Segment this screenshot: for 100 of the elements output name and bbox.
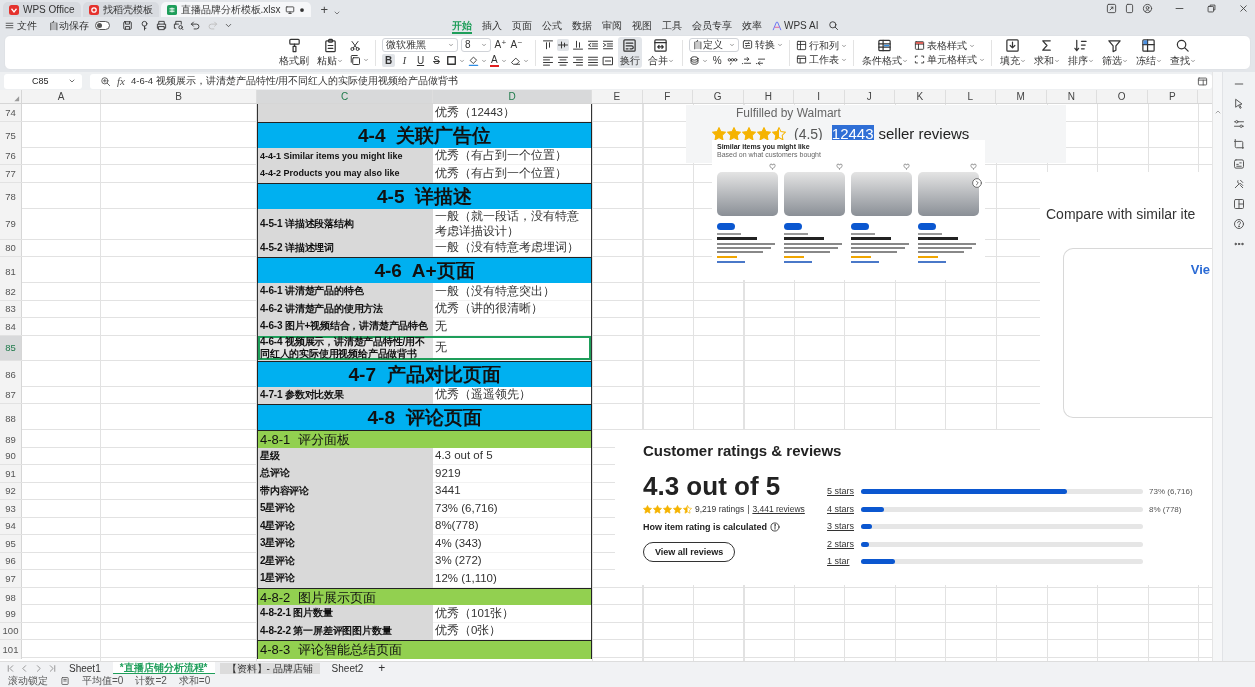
row-number[interactable]: 77: [0, 165, 22, 182]
outdent-icon[interactable]: [586, 38, 599, 51]
print-icon[interactable]: [156, 20, 167, 31]
sliders-icon[interactable]: [1233, 118, 1245, 130]
ribbon-tab[interactable]: 页面: [512, 17, 532, 34]
pointer-icon[interactable]: [1233, 98, 1245, 110]
caret-icon[interactable]: [333, 9, 342, 17]
status-text[interactable]: 滚动锁定: [8, 673, 48, 687]
clear-format-button[interactable]: [509, 55, 529, 66]
cell-style-button[interactable]: 单元格样式: [913, 53, 985, 66]
toolbar-button[interactable]: 求和: [1031, 37, 1062, 68]
column-header[interactable]: C: [257, 90, 433, 103]
row-number[interactable]: 81: [0, 257, 22, 285]
scissors-icon[interactable]: [349, 39, 361, 52]
caret-icon[interactable]: [224, 21, 233, 30]
star-filter-link[interactable]: 2 stars: [827, 538, 855, 550]
worksheet-button[interactable]: 工作表: [795, 53, 847, 66]
sheet-tab[interactable]: *直播店铺分析流程*: [112, 662, 215, 674]
user-circle-icon[interactable]: [1142, 3, 1153, 14]
wrap-text-button[interactable]: 换行: [617, 37, 642, 68]
sheet-tab[interactable]: Sheet2: [324, 662, 371, 674]
border-button[interactable]: [446, 55, 465, 66]
ribbon-tab[interactable]: 效率: [742, 17, 762, 34]
select-all-icon[interactable]: [13, 95, 20, 102]
row-number[interactable]: 97: [0, 570, 22, 587]
font-name-field[interactable]: 微软雅黑: [382, 37, 458, 52]
ribbon-tab[interactable]: 工具: [662, 17, 682, 34]
cell-reference-field[interactable]: C85: [4, 73, 82, 89]
document-tab[interactable]: 找稻壳模板: [82, 2, 159, 17]
text-style-button[interactable]: B: [382, 54, 395, 67]
rows-columns-button[interactable]: 行和列: [795, 39, 847, 52]
merge-button[interactable]: 合并: [645, 37, 676, 68]
toolbar-button[interactable]: 冻结: [1133, 37, 1164, 68]
function-button[interactable]: fx: [117, 75, 125, 87]
text-style-button[interactable]: S: [430, 54, 443, 67]
ribbon-tab[interactable]: WPS AI: [772, 17, 819, 34]
undo-icon[interactable]: [190, 20, 201, 31]
justify-icon[interactable]: [586, 54, 599, 67]
toolbar-button[interactable]: 查找: [1167, 37, 1198, 68]
search-icon[interactable]: [828, 20, 840, 31]
align-center-icon[interactable]: [556, 54, 569, 67]
top-align-icon[interactable]: [541, 38, 554, 51]
thousands-separator-icon[interactable]: [726, 55, 738, 66]
distributed-align-icon[interactable]: [601, 54, 614, 67]
copy-button[interactable]: [349, 53, 369, 66]
row-number[interactable]: 85: [0, 335, 22, 360]
sheet-tab[interactable]: 【资料】- 品牌店铺: [219, 662, 320, 674]
panel-icon[interactable]: [1197, 75, 1208, 87]
align-right-icon[interactable]: [571, 54, 584, 67]
row-number[interactable]: 95: [0, 535, 22, 552]
print-preview-icon[interactable]: [173, 20, 184, 31]
bottom-align-icon[interactable]: [571, 38, 584, 51]
row-number[interactable]: 99: [0, 605, 22, 622]
frame-icon[interactable]: [1233, 138, 1245, 150]
percent-button[interactable]: %: [710, 54, 724, 67]
document-tab[interactable]: 直播品牌分析模板.xlsx: [160, 2, 311, 17]
row-number[interactable]: 78: [0, 182, 22, 211]
formula-input-field[interactable]: fx 4-6-4 视频展示，讲清楚产品特性/用不同红人的实际使用视频给产品做背书: [90, 73, 1212, 89]
text-style-button[interactable]: U: [414, 54, 427, 67]
decimal-decrease-icon[interactable]: [754, 55, 766, 66]
font-size-step-button[interactable]: A⁺: [494, 38, 507, 51]
row-number[interactable]: 74: [0, 104, 22, 121]
toolbar-button[interactable]: 填充: [997, 37, 1028, 68]
new-tab-button[interactable]: +: [312, 2, 332, 17]
ribbon-tab[interactable]: 插入: [482, 17, 502, 34]
add-sheet-button[interactable]: +: [375, 662, 389, 674]
text-style-button[interactable]: I: [398, 54, 411, 67]
dashboard-icon[interactable]: [1233, 158, 1245, 170]
ribbon-tab[interactable]: 视图: [632, 17, 652, 34]
document-tab[interactable]: WPS Office: [3, 2, 81, 17]
star-filter-link[interactable]: 1 star: [827, 556, 855, 567]
format-painter-button[interactable]: 格式刷: [277, 37, 311, 68]
convert-button[interactable]: 转换: [741, 38, 783, 51]
column-header[interactable]: D: [433, 90, 592, 103]
row-number[interactable]: 75: [0, 121, 22, 150]
number-format-field[interactable]: 自定义: [688, 37, 739, 52]
help-icon[interactable]: [1233, 218, 1245, 230]
middle-align-icon[interactable]: [556, 38, 569, 51]
ribbon-tab[interactable]: 会员专享: [692, 17, 732, 34]
toolbar-button[interactable]: 筛选: [1099, 37, 1130, 68]
decimal-increase-icon[interactable]: [740, 55, 752, 66]
key-icon[interactable]: [139, 20, 150, 31]
view-link[interactable]: Vie: [1190, 262, 1210, 277]
currency-button[interactable]: [688, 55, 708, 66]
zoom-icon[interactable]: [100, 75, 111, 87]
font-size-step-button[interactable]: A⁻: [510, 38, 523, 51]
close-icon[interactable]: [1238, 3, 1249, 14]
row-number[interactable]: 86: [0, 360, 22, 389]
row-number[interactable]: 82: [0, 283, 22, 300]
tools-icon[interactable]: [1233, 178, 1245, 190]
toolbar-button[interactable]: 排序: [1065, 37, 1096, 68]
star-filter-link[interactable]: 5 stars: [827, 486, 855, 497]
sheet-tab[interactable]: Sheet1: [62, 662, 108, 674]
ribbon-tab[interactable]: 数据: [572, 17, 592, 34]
row-number[interactable]: 91: [0, 465, 22, 482]
paste-button[interactable]: 粘贴: [315, 37, 345, 68]
restore-icon[interactable]: [1206, 3, 1217, 14]
cell-mode-icon[interactable]: [60, 675, 70, 686]
indent-icon[interactable]: [601, 38, 614, 51]
ribbon-tab[interactable]: 审阅: [602, 17, 622, 34]
